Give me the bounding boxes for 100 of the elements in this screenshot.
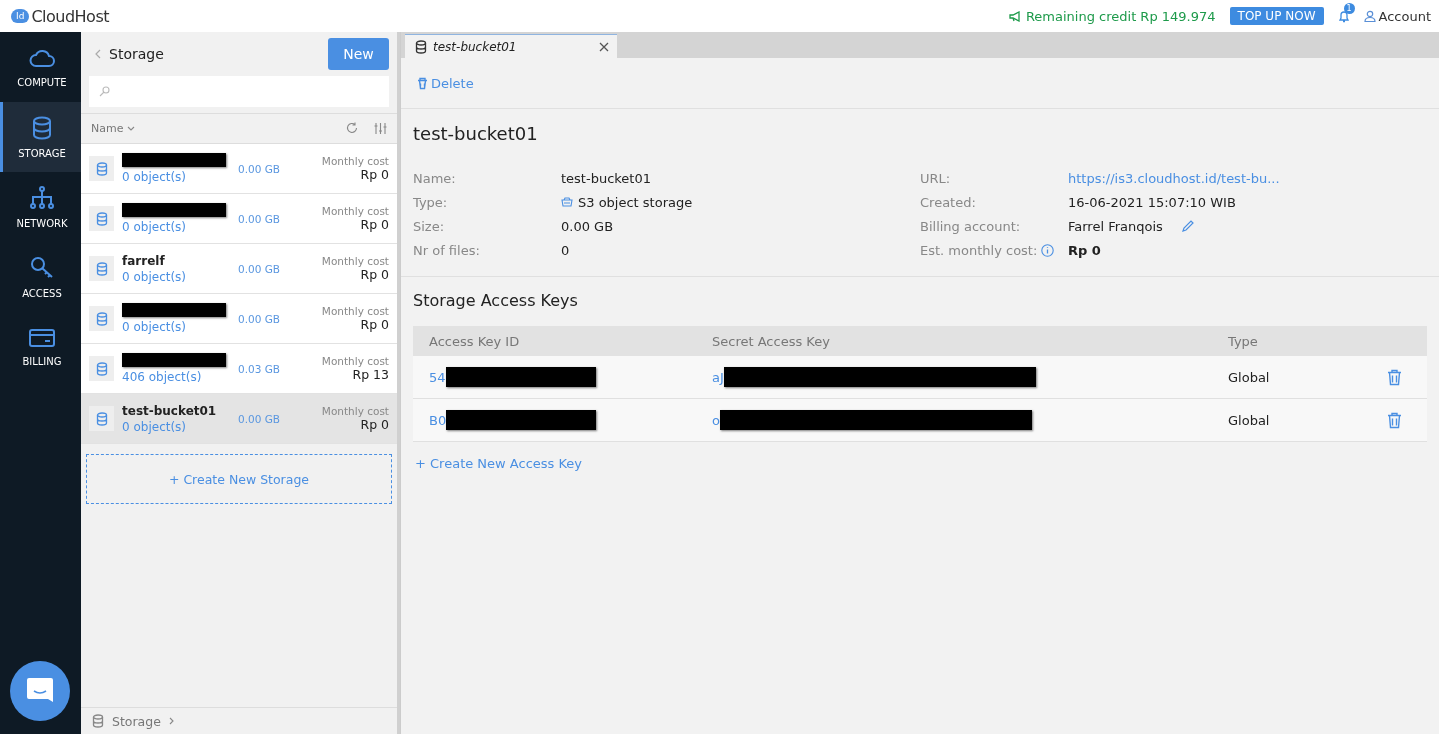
storage-list-item[interactable]: 0 object(s) 0.00 GB Monthly cost Rp 0 [81, 294, 397, 344]
credit-text: Remaining credit Rp 149.974 [1025, 8, 1216, 24]
object-count: 0 object(s) [122, 418, 188, 435]
key-icon [30, 255, 54, 280]
field-value: test-bucket01 [561, 170, 651, 186]
column-header: Type [1228, 333, 1259, 349]
cost-value: Rp 13 [352, 367, 389, 382]
cost-value: Rp 0 [360, 217, 389, 232]
cost-label: Monthly cost [321, 205, 389, 217]
database-icon [95, 261, 108, 276]
network-icon [30, 185, 54, 210]
access-key-id: B0 [429, 412, 447, 428]
field-label: Billing account: [920, 218, 1021, 234]
storage-list-item[interactable]: 0 object(s) 0.00 GB Monthly cost Rp 0 [81, 144, 397, 194]
size-value: 0.00 GB [238, 312, 282, 325]
bucket-icon [561, 197, 573, 207]
cost-label: Monthly cost [321, 155, 389, 167]
search-icon [99, 86, 110, 97]
database-icon [95, 311, 108, 326]
object-count: 406 object(s) [122, 368, 203, 385]
secret-key: o [712, 412, 720, 428]
notification-badge: 1 [1343, 2, 1355, 14]
object-count: 0 object(s) [122, 168, 188, 185]
size-value: 0.00 GB [238, 212, 282, 225]
size-value: 0.00 GB [238, 162, 282, 175]
cost-label: Monthly cost [321, 355, 389, 367]
size-value: 0.00 GB [238, 412, 282, 425]
chat-button[interactable] [10, 661, 70, 721]
refresh-icon[interactable] [346, 122, 358, 134]
user-icon [1363, 10, 1376, 22]
bucket-title: test-bucket01 [413, 123, 539, 144]
field-label: Size: [413, 218, 445, 234]
cost-value: Rp 0 [360, 417, 389, 432]
object-count: 0 object(s) [122, 268, 188, 285]
section-title: Storage Access Keys [413, 291, 579, 310]
field-value: 16-06-2021 15:07:10 WIB [1068, 194, 1236, 210]
storage-list-item[interactable]: test-bucket01 0 object(s) 0.00 GB Monthly cost Rp 0 [81, 394, 397, 444]
field-label: URL: [920, 170, 951, 186]
storage-list-item[interactable]: farrelf 0 object(s) 0.00 GB Monthly cost Rp 0 [81, 244, 397, 294]
field-label: Type: [413, 194, 448, 210]
bucket-name: test-bucket01 [122, 402, 218, 419]
panel-title: Storage [109, 46, 164, 62]
search-field[interactable] [89, 76, 389, 107]
breadcrumb[interactable]: Storage [81, 707, 397, 734]
database-icon [415, 39, 427, 54]
field-value: 0 [561, 242, 570, 258]
back-chevron-icon[interactable] [95, 49, 101, 59]
cost-label: Monthly cost [321, 305, 389, 317]
nav-item[interactable]: STORAGE [0, 102, 81, 172]
size-value: 0.00 GB [238, 262, 282, 275]
size-value: 0.03 GB [238, 362, 282, 375]
field-value: 0.00 GB [561, 218, 614, 234]
nav-item[interactable]: BILLING [0, 312, 81, 382]
database-icon [92, 714, 104, 728]
column-header: Secret Access Key [712, 333, 831, 349]
key-type: Global [1228, 412, 1271, 428]
database-icon [95, 411, 108, 426]
chevron-right-icon [168, 717, 174, 725]
top-up-button[interactable]: TOP UP NOW [1229, 7, 1324, 25]
brand-name: CloudHost [31, 6, 109, 26]
cost-value: Rp 0 [360, 267, 389, 282]
storage-list-item[interactable]: 406 object(s) 0.03 GB Monthly cost Rp 13 [81, 344, 397, 394]
key-type: Global [1228, 369, 1271, 385]
credit-card-icon [29, 327, 55, 348]
info-icon[interactable] [1041, 243, 1055, 257]
nav-item[interactable]: COMPUTE [0, 32, 81, 102]
field-value: S3 object storage [578, 194, 693, 210]
cost-label: Monthly cost [321, 255, 389, 267]
database-icon [95, 361, 108, 376]
access-key-id: 54 [429, 369, 446, 385]
trash-icon[interactable] [1387, 411, 1402, 429]
tab[interactable]: test-bucket01 [405, 34, 617, 58]
bell-icon[interactable] [1337, 9, 1350, 23]
megaphone-icon [1008, 10, 1022, 22]
pencil-icon[interactable] [1180, 219, 1195, 233]
storage-list-item[interactable]: 0 object(s) 0.00 GB Monthly cost Rp 0 [81, 194, 397, 244]
filter-sliders-icon[interactable] [374, 122, 387, 135]
close-icon[interactable] [599, 41, 609, 52]
chevron-down-icon [127, 126, 136, 131]
field-value: Rp 0 [1068, 242, 1101, 258]
sort-header[interactable]: Name [91, 122, 136, 135]
cost-label: Monthly cost [321, 405, 389, 417]
trash-icon[interactable] [1387, 368, 1402, 386]
field-value: Farrel Franqois [1068, 218, 1163, 234]
field-label: Name: [413, 170, 456, 186]
database-icon [32, 115, 52, 140]
logo-badge: Id [11, 9, 30, 23]
object-count: 0 object(s) [122, 218, 188, 235]
database-icon [95, 161, 108, 176]
nav-item[interactable]: ACCESS [0, 242, 81, 312]
account-button[interactable]: Account [1363, 8, 1431, 24]
bucket-name: farrelf [122, 252, 166, 269]
secret-key: aJ [712, 369, 724, 385]
cost-value: Rp 0 [360, 317, 389, 332]
cost-value: Rp 0 [360, 167, 389, 182]
trash-icon [417, 76, 428, 90]
object-count: 0 object(s) [122, 318, 188, 335]
column-header: Access Key ID [429, 333, 521, 349]
database-icon [95, 211, 108, 226]
nav-item[interactable]: NETWORK [0, 172, 81, 242]
